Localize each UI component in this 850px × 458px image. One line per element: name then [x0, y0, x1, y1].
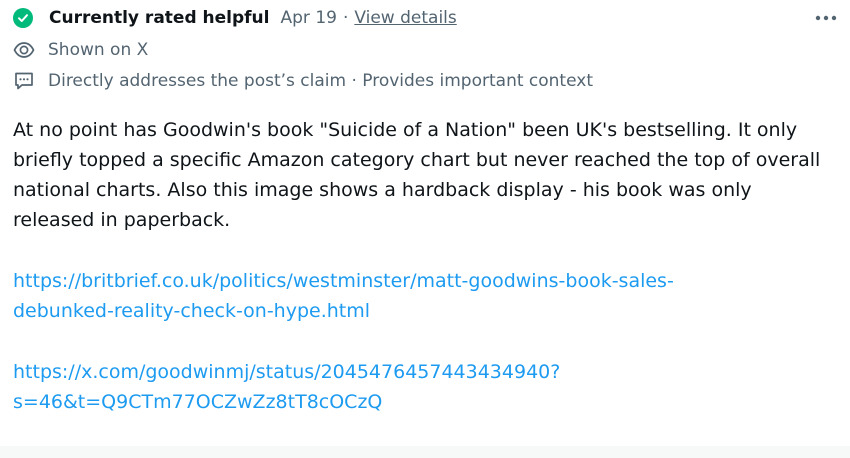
footer-divider [0, 446, 850, 458]
source-link-line: debunked-reality-check-on-hype.html [13, 300, 371, 322]
more-horizontal-icon [815, 15, 837, 21]
source-link-line: https://britbrief.co.uk/politics/westmin… [13, 270, 674, 292]
check-icon [13, 8, 33, 28]
meta-separator: · [342, 8, 349, 28]
more-options-button[interactable] [812, 5, 840, 31]
rating-status: Currently rated helpful [49, 8, 270, 28]
shown-on-text: Shown on X [48, 40, 149, 60]
comment-icon [13, 70, 35, 92]
source-link-britbrief[interactable]: https://britbrief.co.uk/politics/westmin… [13, 266, 839, 326]
note-reasons-row: Directly addresses the post’s claim · Pr… [13, 69, 593, 93]
note-reasons-text: Directly addresses the post’s claim · Pr… [48, 71, 593, 91]
view-details-link[interactable]: View details [354, 8, 456, 28]
note-status-row: Currently rated helpful Apr 19 · View de… [13, 5, 457, 31]
note-date: Apr 19 [280, 8, 337, 28]
eye-icon [13, 39, 35, 61]
source-link-line: https://x.com/goodwinmj/status/204547645… [13, 361, 561, 383]
source-link-line: s=46&t=Q9CTm77OCZwZz8tT8cOCzQ [13, 391, 383, 413]
community-note: Currently rated helpful Apr 19 · View de… [0, 0, 850, 446]
shown-on-row: Shown on X [13, 38, 148, 62]
source-link-x-status[interactable]: https://x.com/goodwinmj/status/204547645… [13, 357, 839, 417]
note-body: At no point has Goodwin's book "Suicide … [13, 119, 821, 231]
